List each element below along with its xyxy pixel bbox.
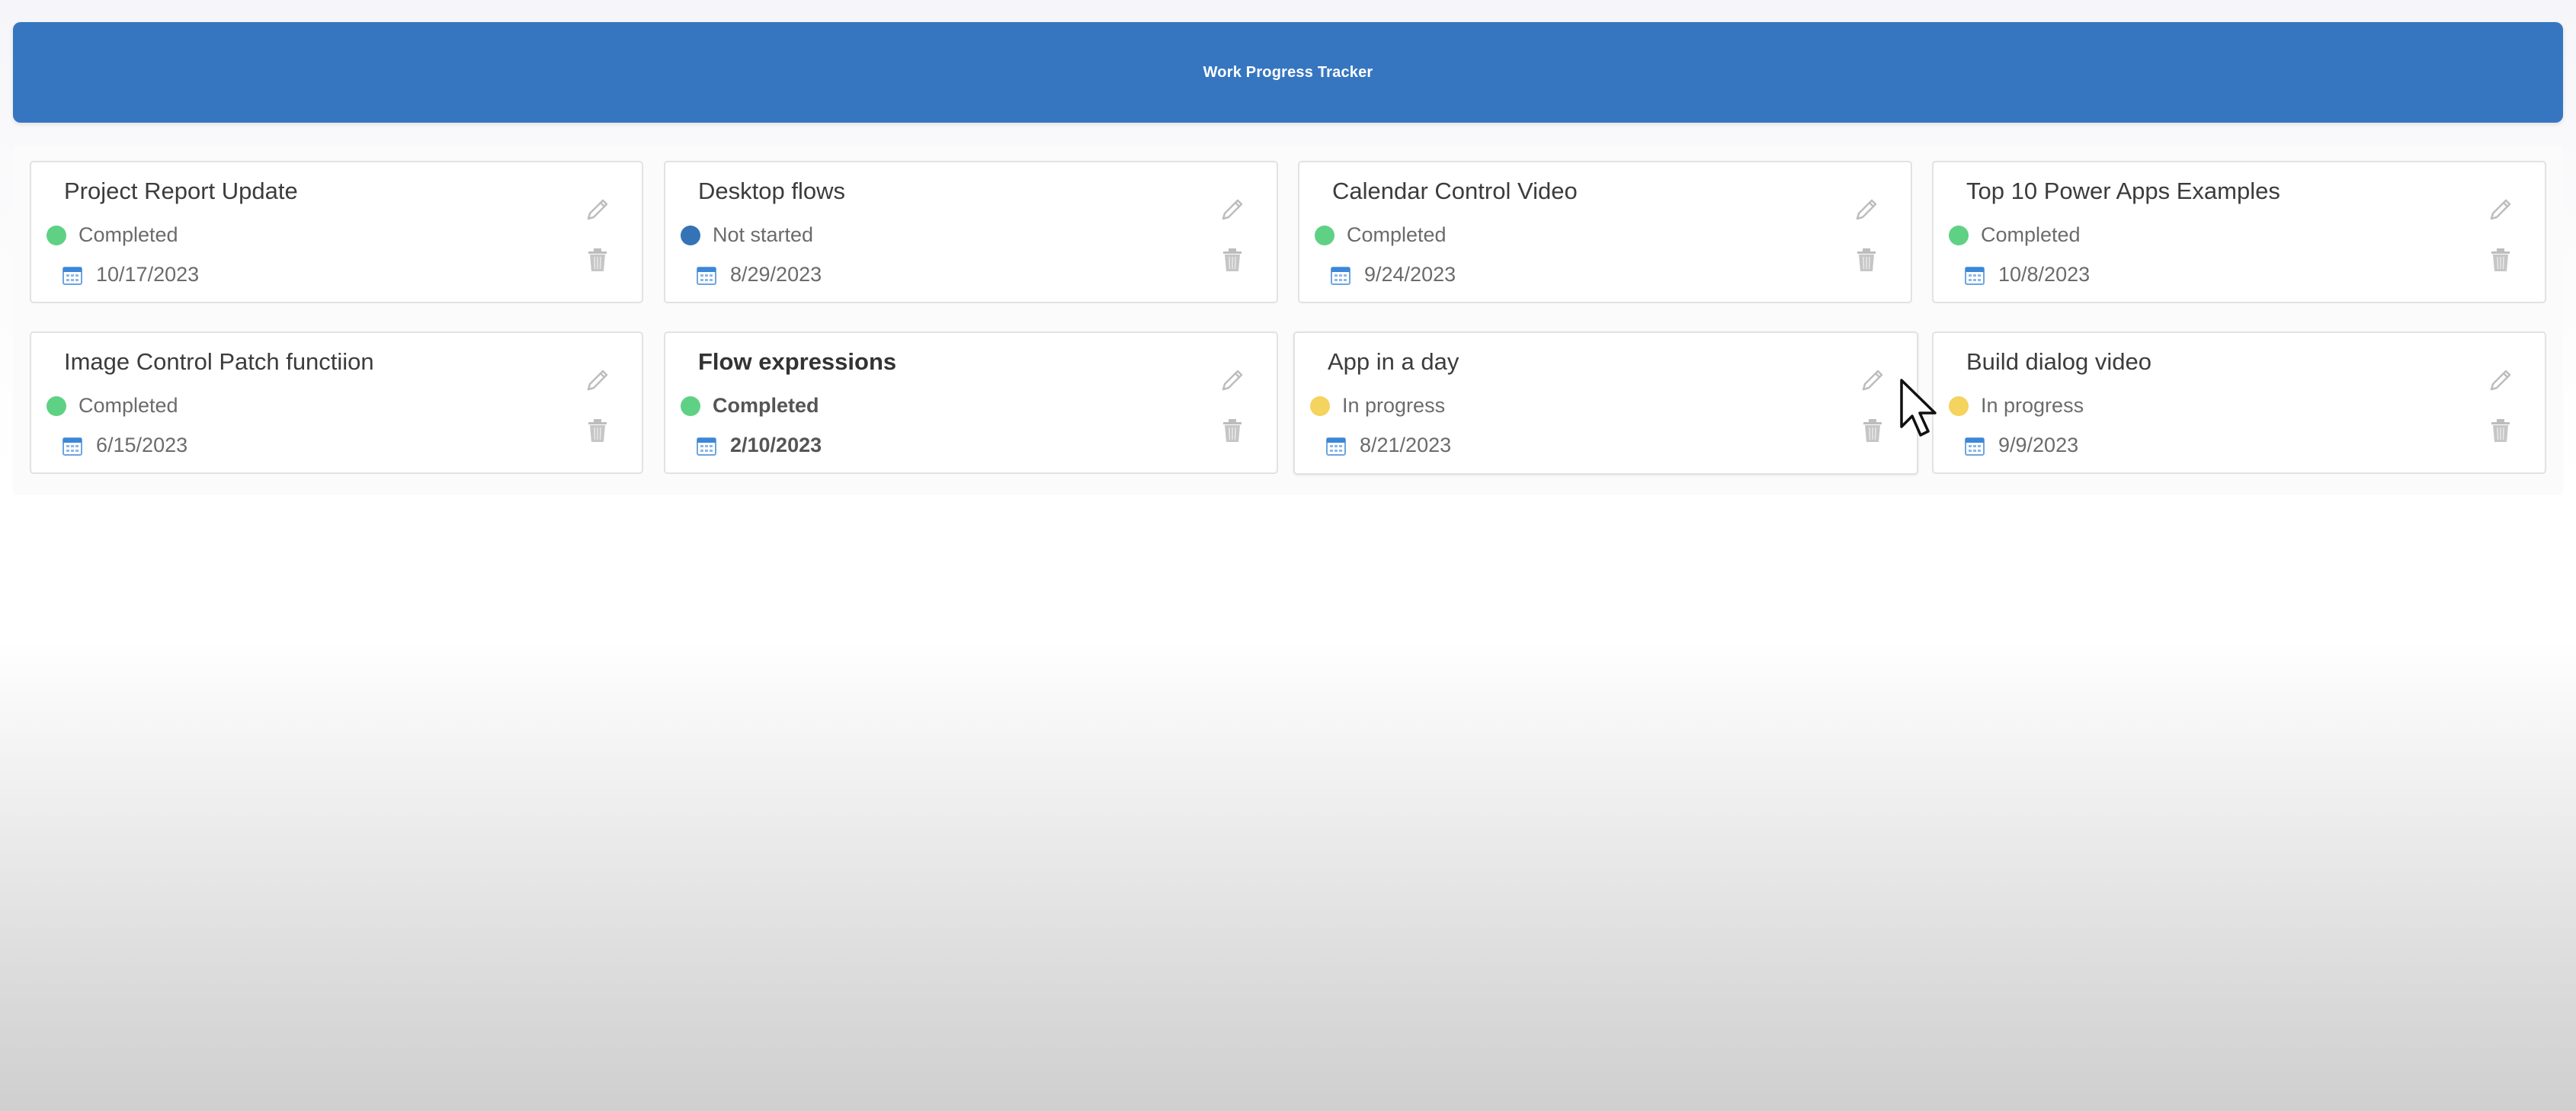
task-date: 6/15/2023 [62,434,187,457]
status-dot [1315,225,1334,245]
task-status: In progress [1949,394,2084,418]
app-header: Work Progress Tracker [13,22,2563,123]
task-title: Desktop flows [698,178,845,204]
date-label: 10/8/2023 [1998,263,2091,286]
task-date: 8/21/2023 [1325,434,1451,457]
task-date: 9/24/2023 [1330,263,1456,287]
status-dot [1949,395,1969,416]
calendar-icon [1326,437,1346,456]
trash-icon[interactable] [2491,248,2510,272]
task-status: Completed [1949,223,2081,247]
task-title: Image Control Patch functiion [64,348,374,375]
date-label: 2/10/2023 [730,434,822,456]
calendar-icon [1965,266,1985,285]
task-gallery: Project Report Update Completed 10/17/20… [13,145,2563,495]
task-date: 10/8/2023 [1964,263,2090,287]
pencil-icon[interactable] [584,367,611,394]
status-label: In progress [1342,394,1446,417]
trash-icon[interactable] [1863,418,1882,443]
task-date: 9/9/2023 [1964,434,2078,457]
calendar-icon [697,437,716,456]
status-dot [681,225,700,245]
status-label: Completed [78,223,178,246]
task-date: 8/29/2023 [696,263,822,287]
trash-icon[interactable] [1222,418,1242,443]
date-label: 8/29/2023 [730,263,822,286]
pencil-icon[interactable] [584,196,611,223]
calendar-icon [1965,437,1985,456]
status-label: Completed [78,394,178,417]
calendar-icon [62,437,82,456]
pencil-icon[interactable] [2487,367,2514,394]
date-label: 6/15/2023 [96,434,188,456]
task-title: App in a day [1328,348,1459,375]
task-card-selected[interactable]: Flow expressions Completed 2/10/2023 [664,331,1278,474]
task-title: Project Report Update [64,178,298,204]
status-dot [46,395,66,416]
status-label: Completed [1981,223,2081,246]
task-title: Top 10 Power Apps Examples [1966,178,2280,204]
trash-icon[interactable] [588,418,607,443]
pencil-icon[interactable] [1219,367,1246,394]
status-dot [681,395,700,416]
task-status: Completed [681,394,819,418]
task-card[interactable]: Image Control Patch functiion Completed … [30,331,643,474]
task-card[interactable]: Top 10 Power Apps Examples Completed 10/… [1932,161,2546,303]
status-dot [1949,225,1969,245]
task-status: Not started [681,223,813,247]
task-status: Completed [46,223,178,247]
task-status: Completed [46,394,178,418]
task-card[interactable]: Build dialog video In progress 9/9/2023 [1932,331,2546,474]
task-status: In progress [1310,394,1445,418]
trash-icon[interactable] [2491,418,2510,443]
calendar-icon [62,266,82,285]
pencil-icon[interactable] [1859,367,1886,394]
trash-icon[interactable] [588,248,607,272]
status-dot [46,225,66,245]
task-title: Flow expressions [698,348,897,375]
date-label: 9/24/2023 [1364,263,1456,286]
task-title: Calendar Control Video [1332,178,1578,204]
task-status: Completed [1315,223,1447,247]
trash-icon[interactable] [1222,248,1242,272]
calendar-icon [1331,266,1350,285]
status-label: Completed [713,394,819,417]
task-date: 10/17/2023 [62,263,199,287]
task-date: 2/10/2023 [696,434,822,457]
task-title: Build dialog video [1966,348,2152,375]
date-label: 10/17/2023 [96,263,200,286]
status-label: Completed [1347,223,1447,246]
task-card[interactable]: Project Report Update Completed 10/17/20… [30,161,643,303]
task-card-hovered[interactable]: App in a day In progress 8/21/2023 [1293,331,1918,475]
task-card[interactable]: Calendar Control Video Completed 9/24/20… [1298,161,1912,303]
pencil-icon[interactable] [2487,196,2514,223]
pencil-icon[interactable] [1219,196,1246,223]
task-card[interactable]: Desktop flows Not started 8/29/2023 [664,161,1278,303]
page-title: Work Progress Tracker [1203,63,1373,81]
status-label: In progress [1981,394,2084,417]
status-label: Not started [713,223,814,246]
date-label: 8/21/2023 [1360,434,1452,456]
pencil-icon[interactable] [1853,196,1880,223]
trash-icon[interactable] [1857,248,1876,272]
date-label: 9/9/2023 [1998,434,2079,456]
mouse-cursor-icon [1900,379,1937,437]
calendar-icon [697,266,716,285]
status-dot [1310,395,1330,416]
